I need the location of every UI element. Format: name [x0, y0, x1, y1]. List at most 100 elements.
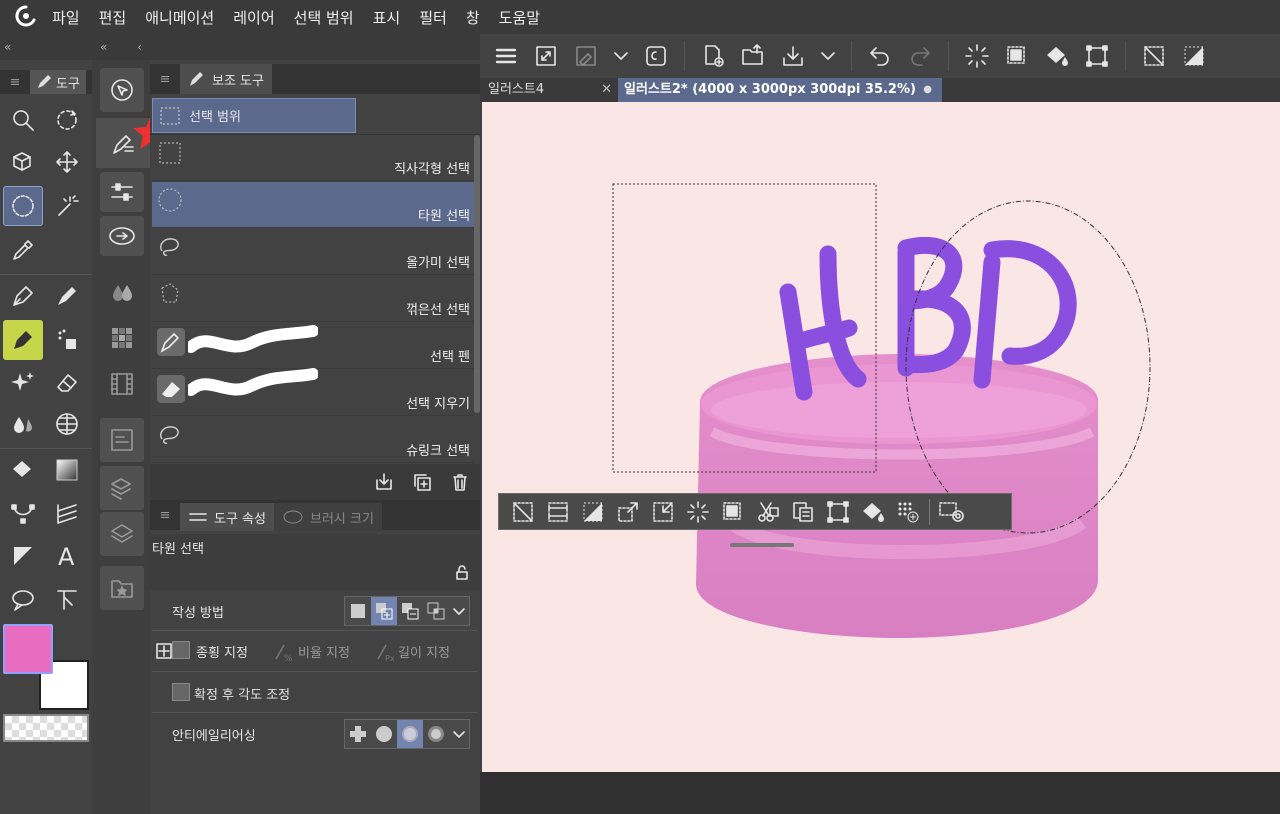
menu-edit[interactable]: 편집	[99, 7, 127, 28]
eraser-tool[interactable]	[47, 362, 87, 402]
undo-icon[interactable]	[860, 36, 900, 76]
expand-selection-icon[interactable]	[610, 494, 645, 529]
eyedropper-tool[interactable]	[3, 230, 43, 270]
open-file-icon[interactable]	[733, 36, 773, 76]
panel-menu-icon[interactable]: ≡	[150, 508, 180, 523]
trash-icon[interactable]	[450, 472, 470, 492]
transparent-color-swatch[interactable]	[3, 714, 89, 742]
pen-tool[interactable]	[3, 276, 43, 316]
brush-tool[interactable]	[47, 276, 87, 316]
sub-tool-tab[interactable]: 보조 도구	[180, 64, 272, 94]
menu-selection[interactable]: 선택 범위	[294, 7, 354, 28]
eyedropper-disabled-icon[interactable]	[566, 36, 606, 76]
move-tool[interactable]	[47, 142, 87, 182]
sub-tool-item-polyline-select[interactable]: 꺾은선 선택	[152, 276, 474, 322]
main-menu-icon[interactable]	[486, 36, 526, 76]
sub-tool-item-selection-pen[interactable]: 선택 펜	[152, 323, 474, 369]
aspect-checkbox[interactable]	[172, 641, 190, 659]
chevron-down-icon[interactable]	[449, 720, 469, 748]
aa-weak-option[interactable]	[371, 720, 397, 748]
adjust-angle-checkbox[interactable]	[172, 683, 190, 701]
aa-medium-option[interactable]	[397, 720, 423, 748]
launcher-settings-icon[interactable]	[934, 494, 969, 529]
menu-help[interactable]: 도움말	[499, 7, 540, 28]
collapse-left-icon[interactable]: «	[100, 40, 107, 54]
rotate-tool[interactable]	[47, 100, 87, 140]
deselect-icon[interactable]	[505, 494, 540, 529]
panel-menu-icon[interactable]: ≡	[150, 72, 180, 87]
redo-icon[interactable]	[900, 36, 940, 76]
frame-tool[interactable]	[47, 494, 87, 534]
navigator-palette-button[interactable]	[100, 68, 144, 112]
chevron-down-icon[interactable]	[449, 597, 469, 625]
aa-strong-option[interactable]	[423, 720, 449, 748]
sub-tool-group-button[interactable]: 선택 범위	[152, 98, 356, 133]
fill-icon[interactable]	[855, 494, 890, 529]
layer-palette-button[interactable]	[100, 512, 144, 556]
duplicate-icon[interactable]	[412, 472, 432, 492]
cloud-icon[interactable]	[636, 36, 676, 76]
shrink-selection-icon[interactable]	[645, 494, 680, 529]
fill-tool[interactable]	[3, 450, 43, 490]
layer-search-palette-button[interactable]	[100, 466, 144, 510]
figure-tool[interactable]	[47, 404, 87, 444]
fit-screen-icon[interactable]	[526, 36, 566, 76]
clear-outside-selection-icon[interactable]	[997, 36, 1037, 76]
new-file-icon[interactable]	[693, 36, 733, 76]
sub-tool-scrollbar[interactable]	[474, 135, 480, 413]
clear-outside-selection-icon[interactable]	[715, 494, 750, 529]
airbrush-tool[interactable]	[47, 320, 87, 360]
transform-icon[interactable]	[820, 494, 855, 529]
sub-tool-item-shrink-select[interactable]: 슈링크 선택	[152, 417, 474, 463]
menu-animation[interactable]: 애니메이션	[145, 7, 214, 28]
save-icon[interactable]	[773, 36, 813, 76]
chevron-left-icon[interactable]: ‹	[137, 40, 142, 54]
subtract-selection-mode[interactable]	[397, 597, 423, 625]
sub-tool-item-lasso-select[interactable]: 올가미 선택	[152, 229, 474, 275]
tool-property-tab[interactable]: 도구 속성	[180, 503, 274, 531]
cut-paste-icon[interactable]	[750, 494, 785, 529]
app-logo-icon[interactable]	[0, 0, 52, 34]
clear-icon[interactable]	[957, 36, 997, 76]
bezier-tool[interactable]	[3, 494, 43, 534]
material-palette-button[interactable]	[100, 566, 144, 610]
panel-menu-icon[interactable]: ≡	[0, 75, 30, 90]
brush-size-palette-button[interactable]	[100, 216, 144, 256]
new-raster-layer-icon[interactable]	[890, 494, 925, 529]
sub-tool-item-ellipse-select[interactable]: 타원 선택	[152, 182, 474, 228]
timeline-palette-button[interactable]	[100, 362, 144, 406]
import-icon[interactable]	[374, 472, 394, 492]
sub-tool-item-selection-eraser[interactable]: 선택 지우기	[152, 368, 474, 416]
menu-layer[interactable]: 레이어	[233, 7, 274, 28]
text-tool[interactable]: A	[47, 536, 87, 576]
brush-size-tab[interactable]: 브러시 크기	[273, 503, 382, 531]
invert-selection-icon[interactable]	[1174, 36, 1214, 76]
tool-property-palette-button[interactable]	[100, 172, 144, 212]
main-color-swatch[interactable]	[3, 624, 53, 674]
canvas-tab-illust4[interactable]: 일러스트4 ✕	[482, 78, 618, 102]
chevron-down-icon[interactable]	[606, 36, 636, 76]
clear-icon[interactable]	[680, 494, 715, 529]
panel-collapse-icon[interactable]: «	[0, 34, 92, 60]
add-selection-mode[interactable]	[371, 597, 397, 625]
auto-select-tool[interactable]	[47, 186, 87, 226]
aa-none-option[interactable]	[345, 720, 371, 748]
object-tool[interactable]	[3, 142, 43, 182]
transform-icon[interactable]	[1077, 36, 1117, 76]
menu-file[interactable]: 파일	[52, 7, 80, 28]
color-wheel-palette-button[interactable]	[100, 270, 144, 314]
sub-tool-item-rect-select[interactable]: 직사각형 선택	[152, 135, 474, 181]
ruler-tool[interactable]	[3, 536, 43, 576]
menu-window[interactable]: 창	[466, 7, 480, 28]
blend-tool[interactable]	[3, 404, 43, 444]
crop-selection-icon[interactable]	[540, 494, 575, 529]
close-icon[interactable]: ✕	[601, 78, 612, 102]
plus-box-icon[interactable]	[156, 643, 172, 659]
ratio-label[interactable]: 비율 지정	[298, 642, 350, 661]
layer-property-palette-button[interactable]	[100, 418, 144, 462]
menu-filter[interactable]: 필터	[419, 7, 447, 28]
zoom-tool[interactable]	[3, 100, 43, 140]
length-label[interactable]: 길이 지정	[398, 642, 450, 661]
decoration-tool[interactable]	[3, 362, 43, 402]
invert-selection-icon[interactable]	[575, 494, 610, 529]
